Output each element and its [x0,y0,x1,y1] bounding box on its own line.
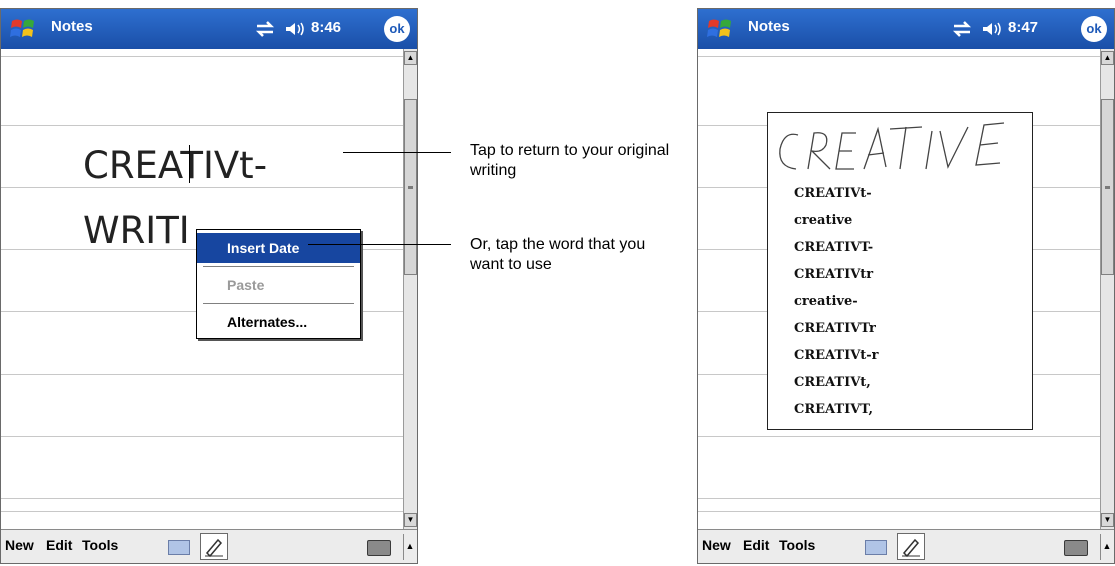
ok-button[interactable]: ok [1081,16,1107,42]
pocketpc-screen-right: Notes 8:47 ok CREATIVt- creative CREATIV… [697,8,1115,564]
menu-bar: New Edit Tools ▲ [698,529,1114,563]
callout-line-top [343,152,451,153]
note-writing-area[interactable]: CREATIVt- WRITI Insert Date Paste Altern… [1,49,403,529]
menu-bar: New Edit Tools ▲ [1,529,417,563]
ruled-line [698,498,1100,499]
recording-toolbar-icon[interactable] [865,540,887,555]
context-menu: Insert Date Paste Alternates... [196,229,361,339]
menu-item-alternates[interactable]: Alternates... [197,307,360,337]
input-panel-arrow[interactable]: ▲ [403,534,416,560]
scroll-down-arrow[interactable]: ▼ [404,513,417,527]
scroll-up-arrow[interactable]: ▲ [404,51,417,65]
scroll-grip [408,186,413,189]
scroll-up-arrow[interactable]: ▲ [1101,51,1114,65]
ruled-line [1,436,403,437]
ruled-line [1,56,403,57]
ruled-line [698,511,1100,512]
pen-button[interactable] [200,533,228,560]
clock[interactable]: 8:47 [1008,19,1038,36]
recognized-text-line-1[interactable]: CREATIVt- [83,144,267,187]
menu-edit[interactable]: Edit [743,537,769,553]
start-menu-icon[interactable] [9,16,37,42]
pocketpc-screen-left: Notes 8:46 ok CREATIVt- WRITI Insert Dat… [0,8,418,564]
alternate-word[interactable]: CREATIVt, [794,375,871,390]
ruled-line [1,374,403,375]
ruled-line [1,125,403,126]
keyboard-icon[interactable] [1064,540,1088,556]
menu-new[interactable]: New [702,537,731,553]
app-title: Notes [748,18,790,35]
pen-icon [205,538,223,558]
input-panel-arrow[interactable]: ▲ [1100,534,1113,560]
ok-button[interactable]: ok [384,16,410,42]
ruled-line [698,436,1100,437]
scroll-thumb[interactable] [1101,99,1114,275]
ruled-line [1,187,403,188]
vertical-scrollbar[interactable]: ▲ ▼ [403,49,417,529]
ruled-line [698,56,1100,57]
menu-item-paste[interactable]: Paste [197,270,360,300]
menu-tools[interactable]: Tools [779,537,815,553]
menu-tools[interactable]: Tools [82,537,118,553]
ruled-line [1,511,403,512]
recognized-text-line-2[interactable]: WRITI [83,209,190,252]
callout-tap-word: Or, tap the word that you want to use [470,236,646,273]
pen-button[interactable] [897,533,925,560]
volume-icon[interactable] [284,20,306,38]
pen-icon [902,538,920,558]
alternate-word[interactable]: CREATIVtr [794,267,873,282]
scroll-down-arrow[interactable]: ▼ [1101,513,1114,527]
alternate-word[interactable]: creative [794,213,852,228]
connectivity-icon[interactable] [254,20,276,38]
note-writing-area[interactable]: CREATIVt- creative CREATIVT- CREATIVtr c… [698,49,1100,529]
alternate-word[interactable]: CREATIVt-r [794,348,879,363]
callout-line-bottom [308,244,451,245]
connectivity-icon[interactable] [951,20,973,38]
text-cursor [189,145,190,183]
recording-toolbar-icon[interactable] [168,540,190,555]
menu-edit[interactable]: Edit [46,537,72,553]
alternate-word[interactable]: CREATIVT- [794,240,873,255]
menu-item-insert-date[interactable]: Insert Date [197,233,360,263]
scroll-thumb[interactable] [404,99,417,275]
handwriting-ink[interactable] [772,117,1028,177]
ruled-line [1,498,403,499]
title-bar: Notes 8:47 ok [698,9,1114,49]
scroll-grip [1105,186,1110,189]
clock[interactable]: 8:46 [311,19,341,36]
alternates-list: CREATIVt- creative CREATIVT- CREATIVtr c… [767,112,1033,430]
menu-new[interactable]: New [5,537,34,553]
app-title: Notes [51,18,93,35]
alternate-word[interactable]: CREATIVTr [794,321,876,336]
alternate-word[interactable]: CREATIVT, [794,402,873,417]
start-menu-icon[interactable] [706,16,734,42]
vertical-scrollbar[interactable]: ▲ ▼ [1100,49,1114,529]
volume-icon[interactable] [981,20,1003,38]
keyboard-icon[interactable] [367,540,391,556]
title-bar: Notes 8:46 ok [1,9,417,49]
callout-return-original: Tap to return to your original writing [470,142,670,179]
alternate-word[interactable]: creative- [794,294,858,309]
alternate-word[interactable]: CREATIVt- [794,186,872,201]
